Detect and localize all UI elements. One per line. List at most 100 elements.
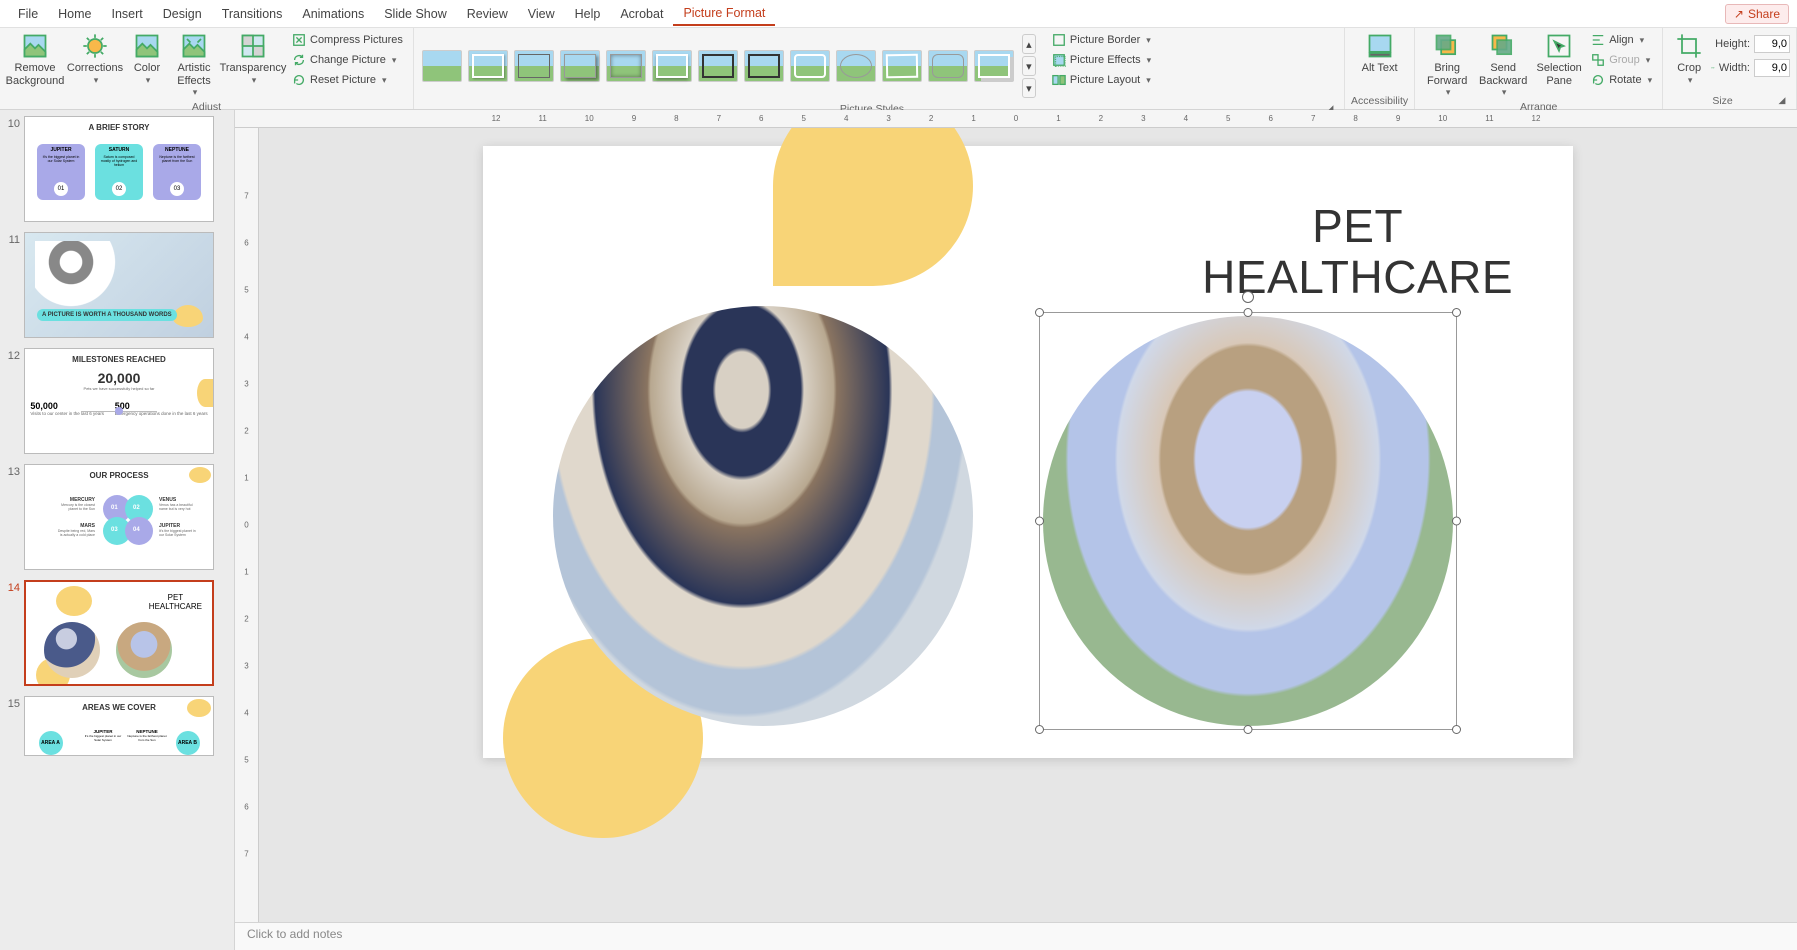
compress-pictures-button[interactable]: Compress Pictures	[288, 30, 407, 50]
style-preset-12[interactable]	[928, 50, 968, 82]
artistic-icon	[180, 32, 208, 60]
slide-canvas-viewport[interactable]: PET HEALTHCARE	[259, 128, 1797, 922]
style-preset-6[interactable]	[652, 50, 692, 82]
resize-handle-mr[interactable]	[1452, 517, 1461, 526]
thumb10-c2-name: SATURN	[98, 147, 140, 153]
picture-effects-button[interactable]: Picture Effects	[1048, 50, 1155, 70]
style-preset-5[interactable]	[606, 50, 646, 82]
tab-design[interactable]: Design	[153, 3, 212, 25]
ribbon-group-arrange: Bring Forward Send Backward Selection Pa…	[1415, 28, 1663, 109]
picture-left[interactable]	[553, 306, 973, 726]
resize-handle-br[interactable]	[1452, 725, 1461, 734]
slide-thumb-11[interactable]: A PICTURE IS WORTH A THOUSAND WORDS	[24, 232, 214, 338]
thumb15-b: AREA B	[176, 731, 200, 755]
height-input[interactable]	[1754, 35, 1790, 53]
style-preset-10[interactable]	[836, 50, 876, 82]
style-gallery[interactable]: ▴ ▾ ▾	[420, 30, 1038, 102]
style-preset-13[interactable]	[974, 50, 1014, 82]
slide-thumbnail-panel[interactable]: 10 A BRIEF STORY JUPITERIt's the biggest…	[0, 110, 235, 950]
thumb13-l2s: Venus has a beautiful name but is very h…	[159, 503, 199, 511]
slide-thumb-10[interactable]: A BRIEF STORY JUPITERIt's the biggest pl…	[24, 116, 214, 222]
notes-pane[interactable]: Click to add notes	[235, 922, 1797, 950]
tab-home[interactable]: Home	[48, 3, 101, 25]
slide-title[interactable]: PET HEALTHCARE	[1202, 201, 1513, 302]
gallery-scroll-down[interactable]: ▾	[1022, 56, 1036, 76]
height-box: Height:	[1711, 34, 1790, 54]
corrections-button[interactable]: Corrections	[66, 30, 124, 87]
crop-button[interactable]: Crop	[1669, 30, 1709, 87]
resize-handle-ml[interactable]	[1035, 517, 1044, 526]
bring-forward-button[interactable]: Bring Forward	[1421, 30, 1473, 100]
change-picture-button[interactable]: Change Picture	[288, 50, 407, 70]
send-backward-button[interactable]: Send Backward	[1475, 30, 1531, 100]
remove-background-button[interactable]: Remove Background	[6, 30, 64, 89]
selection-pane-button[interactable]: Selection Pane	[1533, 30, 1585, 89]
align-label: Align	[1609, 34, 1633, 46]
transparency-icon	[239, 32, 267, 60]
slide-thumb-12[interactable]: MILESTONES REACHED 20,000 Pets we have s…	[24, 348, 214, 454]
tab-review[interactable]: Review	[457, 3, 518, 25]
alt-text-button[interactable]: Alt Text	[1360, 30, 1400, 77]
style-preset-4[interactable]	[560, 50, 600, 82]
tab-slideshow[interactable]: Slide Show	[374, 3, 457, 25]
slide-canvas[interactable]: PET HEALTHCARE	[483, 146, 1573, 758]
border-icon	[1052, 33, 1066, 47]
resize-handle-tm[interactable]	[1244, 308, 1253, 317]
vertical-ruler[interactable]: 765432101234567	[235, 128, 259, 922]
artistic-effects-button[interactable]: Artistic Effects	[170, 30, 218, 100]
tab-help[interactable]: Help	[565, 3, 611, 25]
color-button[interactable]: Color	[126, 30, 168, 87]
editor: 1211109876543210123456789101112 76543210…	[235, 110, 1797, 950]
style-preset-3[interactable]	[514, 50, 554, 82]
gallery-more[interactable]: ▾	[1022, 78, 1036, 98]
style-preset-7[interactable]	[698, 50, 738, 82]
horizontal-ruler[interactable]: 1211109876543210123456789101112	[235, 110, 1797, 128]
tab-insert[interactable]: Insert	[102, 3, 153, 25]
resize-handle-bm[interactable]	[1244, 725, 1253, 734]
color-icon	[133, 32, 161, 60]
style-preset-1[interactable]	[422, 50, 462, 82]
border-label: Picture Border	[1070, 34, 1140, 46]
group-button[interactable]: Group	[1587, 50, 1656, 70]
tab-transitions[interactable]: Transitions	[212, 3, 293, 25]
color-label: Color	[134, 62, 160, 75]
style-preset-8[interactable]	[744, 50, 784, 82]
crop-label: Crop	[1677, 62, 1701, 75]
width-label: Width:	[1719, 62, 1750, 74]
yellow-shape-1[interactable]	[773, 128, 973, 286]
slide-thumb-14[interactable]: PETHEALTHCARE	[24, 580, 214, 686]
rotate-handle[interactable]	[1242, 291, 1254, 303]
style-preset-11[interactable]	[882, 50, 922, 82]
transparency-button[interactable]: Transparency	[220, 30, 286, 87]
resize-handle-bl[interactable]	[1035, 725, 1044, 734]
effects-icon	[1052, 53, 1066, 67]
align-button[interactable]: Align	[1587, 30, 1656, 50]
style-preset-2[interactable]	[468, 50, 508, 82]
thumb10-c1-name: JUPITER	[40, 147, 82, 153]
rotate-icon	[1591, 73, 1605, 87]
reset-icon	[292, 73, 306, 87]
slide-thumb-13[interactable]: OUR PROCESS 01 02 03 04 MERCURYMercury i…	[24, 464, 214, 570]
rotate-button[interactable]: Rotate	[1587, 70, 1656, 90]
resize-handle-tr[interactable]	[1452, 308, 1461, 317]
tab-picture-format[interactable]: Picture Format	[673, 2, 775, 26]
gallery-scroll-up[interactable]: ▴	[1022, 34, 1036, 54]
size-dialog-launcher[interactable]: ◢	[1776, 94, 1788, 106]
style-preset-9[interactable]	[790, 50, 830, 82]
picture-border-button[interactable]: Picture Border	[1048, 30, 1155, 50]
thumb10-c3-sub: Neptune is the farthest planet from the …	[156, 155, 198, 163]
share-icon: ↗	[1734, 7, 1744, 21]
width-input[interactable]	[1754, 59, 1790, 77]
slide-thumb-15[interactable]: AREAS WE COVER AREA A AREA B JUPITERIt's…	[24, 696, 214, 756]
tab-animations[interactable]: Animations	[292, 3, 374, 25]
thumb15-js: It's the biggest planet in our Solar Sys…	[83, 734, 123, 742]
reset-picture-button[interactable]: Reset Picture	[288, 70, 407, 90]
tab-acrobat[interactable]: Acrobat	[610, 3, 673, 25]
tab-view[interactable]: View	[518, 3, 565, 25]
thumb15-title: AREAS WE COVER	[25, 697, 213, 718]
share-button[interactable]: ↗Share	[1725, 4, 1789, 24]
forward-icon	[1433, 32, 1461, 60]
resize-handle-tl[interactable]	[1035, 308, 1044, 317]
tab-file[interactable]: File	[8, 3, 48, 25]
picture-layout-button[interactable]: Picture Layout	[1048, 70, 1155, 90]
